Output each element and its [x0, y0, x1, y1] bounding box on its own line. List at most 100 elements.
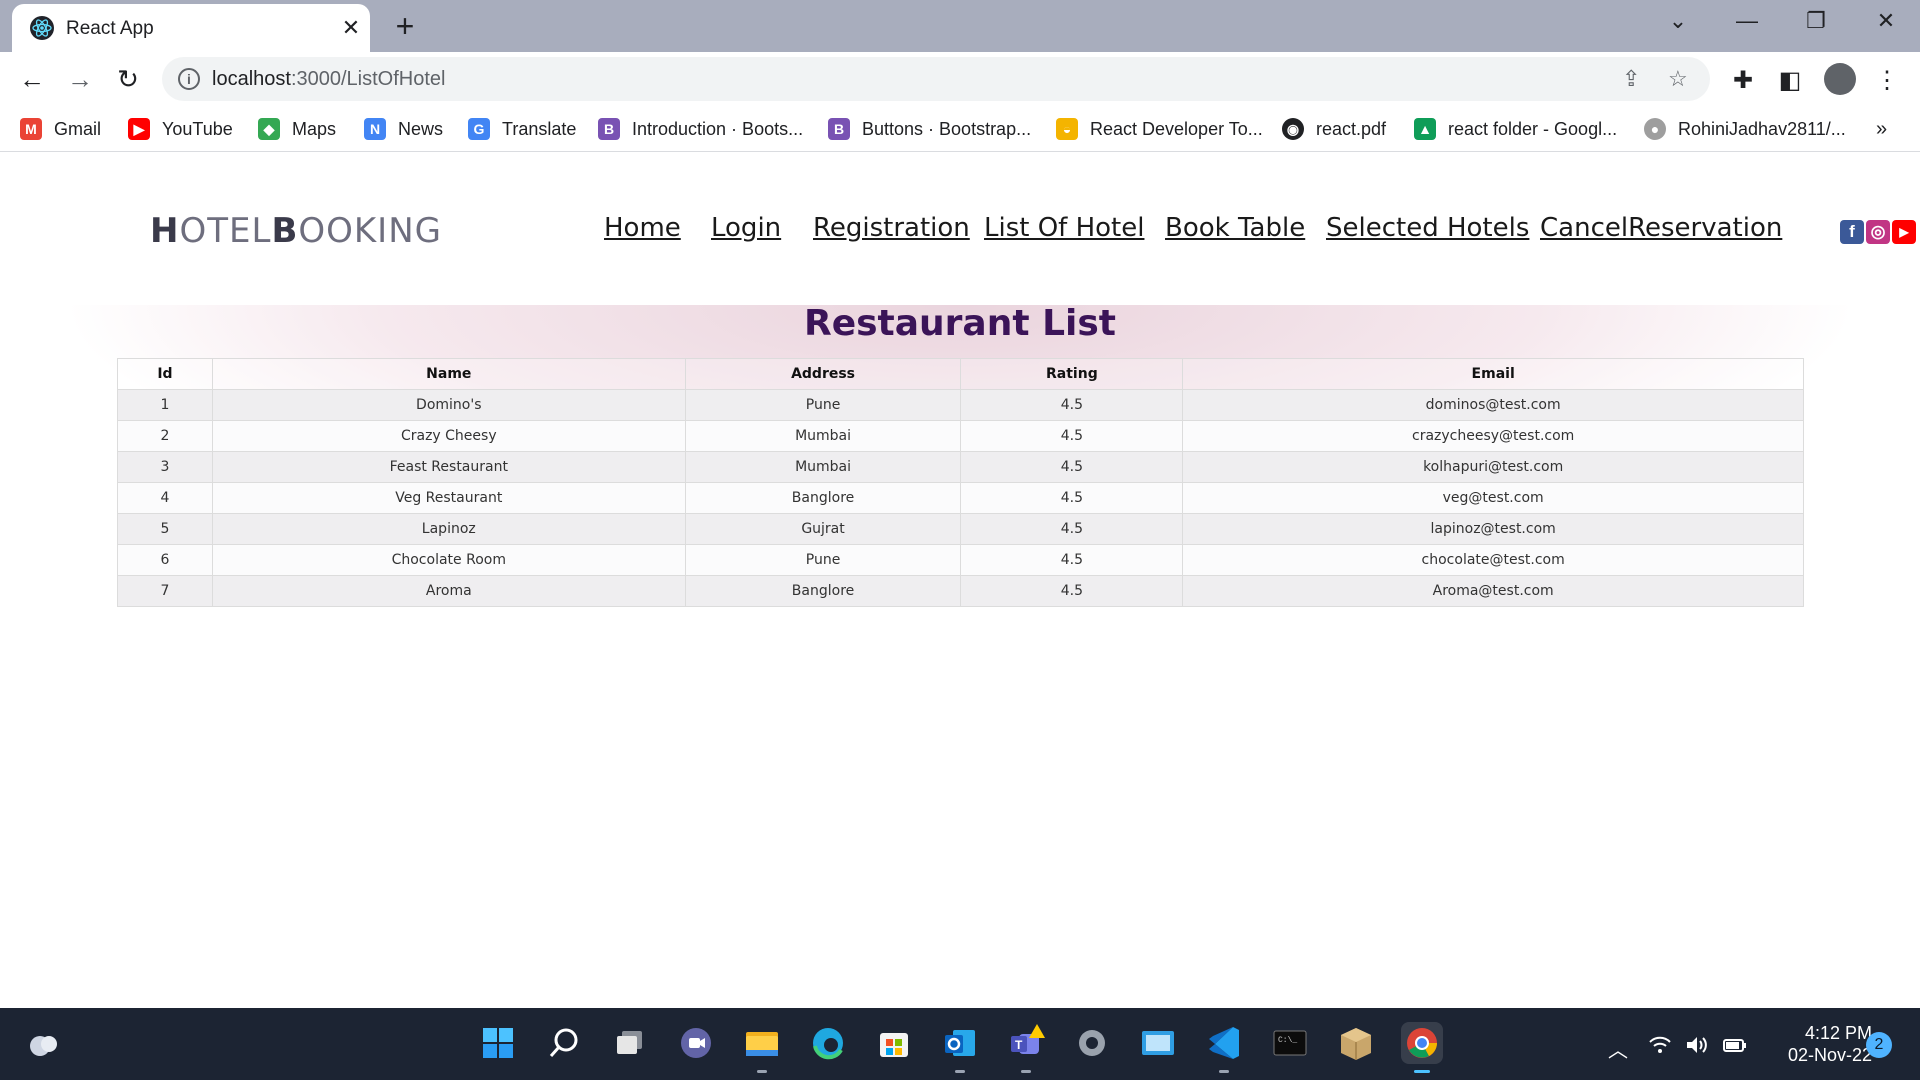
bookmark-react-pdf[interactable]: ◉ react.pdf: [1282, 116, 1386, 142]
tab-title: React App: [66, 18, 154, 39]
edge-browser-icon[interactable]: [807, 1022, 849, 1064]
chrome-icon[interactable]: [1401, 1022, 1443, 1073]
restore-icon[interactable]: ❐: [1796, 8, 1836, 34]
cell-address: Banglore: [684, 482, 962, 514]
nav-cancel-reservation[interactable]: CancelReservation: [1540, 213, 1782, 243]
site-header: HOTELBOOKING Home Login Registration Lis…: [0, 153, 1920, 305]
cell-email: crazycheesy@test.com: [1182, 420, 1804, 452]
cell-address: Gujrat: [684, 513, 962, 545]
bookmark-github[interactable]: ● RohiniJadhav2811/...: [1644, 116, 1846, 142]
nav-login[interactable]: Login: [711, 213, 781, 243]
table-header-row: Id Name Address Rating Email: [117, 358, 1804, 390]
nav-list-of-hotel[interactable]: List Of Hotel: [984, 213, 1144, 243]
notification-badge[interactable]: 2: [1866, 1032, 1892, 1058]
nav-registration[interactable]: Registration: [813, 213, 970, 243]
nav-home[interactable]: Home: [604, 213, 681, 243]
reload-icon[interactable]: ↻: [112, 64, 144, 96]
terminal-icon[interactable]: C:\_: [1269, 1022, 1311, 1064]
cell-id: 4: [117, 482, 213, 514]
gmail-icon: M: [20, 118, 42, 140]
maps-icon: ◆: [258, 118, 280, 140]
instagram-icon[interactable]: ◎: [1866, 220, 1890, 244]
youtube-icon[interactable]: ▶: [1892, 220, 1916, 244]
svg-text:C:\_: C:\_: [1278, 1036, 1297, 1045]
github-icon: ●: [1644, 118, 1666, 140]
new-tab-button[interactable]: +: [390, 8, 420, 45]
task-view-icon[interactable]: [609, 1022, 651, 1064]
address-bar[interactable]: i localhost:3000/ListOfHotel ⇪ ☆: [162, 57, 1710, 101]
extensions-puzzle-icon[interactable]: ✚: [1728, 66, 1758, 95]
volume-icon[interactable]: [1684, 1034, 1710, 1062]
table-row: 2 Crazy Cheesy Mumbai 4.5 crazycheesy@te…: [117, 420, 1804, 452]
cell-name: Lapinoz: [211, 513, 686, 545]
package-box-icon[interactable]: [1335, 1022, 1377, 1064]
site-info-icon[interactable]: i: [178, 68, 200, 90]
share-icon[interactable]: ⇪: [1622, 66, 1640, 92]
bookmark-gmail[interactable]: M Gmail: [20, 116, 101, 142]
bookmark-react-devtools[interactable]: ◒ React Developer To...: [1056, 116, 1263, 142]
teams-icon[interactable]: T: [1005, 1022, 1047, 1073]
facebook-icon[interactable]: f: [1840, 220, 1864, 244]
bookmark-translate[interactable]: G Translate: [468, 116, 576, 142]
cell-name: Feast Restaurant: [211, 451, 686, 483]
chrome-webstore-icon: ◒: [1056, 118, 1078, 140]
tab-close-icon[interactable]: ✕: [338, 15, 364, 41]
side-panel-icon[interactable]: ◧: [1775, 66, 1805, 95]
bookmark-react-folder[interactable]: ▲ react folder - Googl...: [1414, 116, 1617, 142]
cell-id: 7: [117, 575, 213, 607]
teams-chat-icon[interactable]: [675, 1022, 717, 1064]
table-row: 4 Veg Restaurant Banglore 4.5 veg@test.c…: [117, 482, 1804, 514]
column-header-id: Id: [117, 358, 213, 390]
close-window-icon[interactable]: ✕: [1866, 8, 1906, 34]
tray-overflow-chevron-icon[interactable]: ︿: [1608, 1034, 1628, 1063]
bookmark-youtube[interactable]: ▶ YouTube: [128, 116, 233, 142]
restaurant-table: Id Name Address Rating Email 1 Domino's …: [117, 358, 1804, 607]
profile-avatar[interactable]: [1824, 63, 1856, 95]
cell-address: Pune: [684, 389, 962, 421]
menu-kebab-icon[interactable]: ⋮: [1872, 66, 1902, 95]
running-indicator: [955, 1070, 965, 1073]
cell-rating: 4.5: [960, 389, 1184, 421]
battery-icon[interactable]: [1722, 1034, 1748, 1062]
vscode-icon[interactable]: [1203, 1022, 1245, 1073]
search-icon[interactable]: [543, 1022, 585, 1064]
react-icon: [30, 16, 54, 40]
wifi-icon[interactable]: [1648, 1034, 1672, 1062]
system-clock[interactable]: 4:12 PM 02-Nov-22: [1762, 1022, 1872, 1066]
bookmark-maps[interactable]: ◆ Maps: [258, 116, 336, 142]
url-text[interactable]: localhost:3000/ListOfHotel: [212, 68, 445, 91]
bookmarks-overflow-icon[interactable]: »: [1876, 116, 1887, 142]
cell-id: 3: [117, 451, 213, 483]
bookmark-bootstrap-intro[interactable]: B Introduction · Boots...: [598, 116, 803, 142]
running-indicator: [1021, 1070, 1031, 1073]
cell-name: Aroma: [211, 575, 686, 607]
file-explorer-icon[interactable]: [741, 1022, 783, 1073]
browser-titlebar: React App ✕ + ⌄ — ❐ ✕: [0, 0, 1920, 52]
bookmark-star-icon[interactable]: ☆: [1668, 66, 1688, 92]
tab-search-chevron-icon[interactable]: ⌄: [1658, 8, 1698, 34]
browser-tab[interactable]: React App ✕: [12, 4, 370, 52]
minimize-icon[interactable]: —: [1727, 8, 1767, 34]
cell-name: Veg Restaurant: [211, 482, 686, 514]
svg-text:T: T: [1015, 1038, 1023, 1052]
weather-cloud-icon[interactable]: [22, 1022, 66, 1064]
active-indicator: [1414, 1070, 1430, 1073]
bookmark-news[interactable]: N News: [364, 116, 443, 142]
forward-arrow-icon[interactable]: →: [64, 64, 96, 96]
settings-gear-icon[interactable]: [1071, 1022, 1113, 1064]
column-header-address: Address: [684, 358, 962, 390]
news-icon: N: [364, 118, 386, 140]
nav-book-table[interactable]: Book Table: [1165, 213, 1305, 243]
microsoft-store-icon[interactable]: [873, 1022, 915, 1064]
cell-address: Banglore: [684, 575, 962, 607]
back-arrow-icon[interactable]: ←: [16, 64, 48, 96]
youtube-icon: ▶: [128, 118, 150, 140]
column-header-name: Name: [211, 358, 686, 390]
bootstrap-icon: B: [828, 118, 850, 140]
bookmark-bootstrap-buttons[interactable]: B Buttons · Bootstrap...: [828, 116, 1031, 142]
nav-selected-hotels[interactable]: Selected Hotels: [1326, 213, 1529, 243]
outlook-icon[interactable]: [939, 1022, 981, 1073]
start-windows-icon[interactable]: [477, 1022, 519, 1064]
control-panel-icon[interactable]: [1137, 1022, 1179, 1064]
site-logo[interactable]: HOTELBOOKING: [150, 211, 442, 251]
